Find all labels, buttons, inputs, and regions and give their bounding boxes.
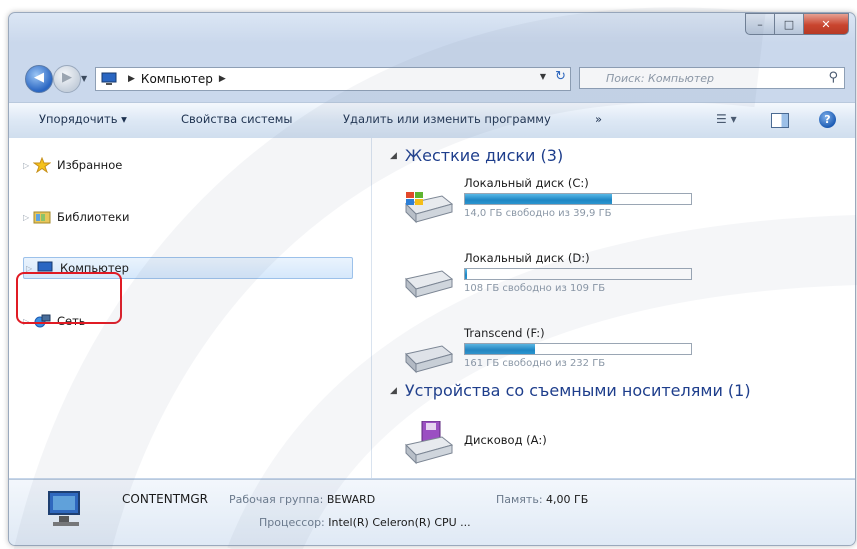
search-placeholder: Поиск: Компьютер (606, 71, 714, 85)
drive-d[interactable]: Локальный диск (D:) 108 ГБ свободно из 1… (402, 251, 722, 307)
hard-drive-icon (402, 340, 454, 374)
drive-a[interactable]: Дисковод (A:) (402, 413, 722, 469)
processor-field: Процессор: Intel(R) Celeron(R) CPU ... (259, 516, 471, 529)
breadcrumb-separator[interactable]: ▶ (128, 74, 135, 84)
workgroup-field: Рабочая группа: BEWARD (229, 493, 375, 506)
nav-item-label: Библиотеки (57, 210, 130, 224)
window-controls: – □ ✕ (745, 13, 849, 35)
group-header-removable[interactable]: ◢ Устройства со съемными носителями (1) (390, 381, 751, 400)
content-pane: ◢ Жесткие диски (3) Локальный диск (C:) … (372, 138, 855, 478)
drive-usage-fill (465, 194, 612, 204)
forward-arrow-icon: ▶ (62, 70, 72, 85)
computer-icon (100, 72, 118, 86)
drive-name: Transcend (F:) (464, 326, 545, 340)
network-highlight-annotation (16, 272, 122, 324)
breadcrumb-computer[interactable]: Компьютер (141, 72, 213, 86)
floppy-drive-icon (402, 420, 454, 465)
recent-pages-dropdown[interactable]: ▼ (81, 74, 87, 83)
maximize-button[interactable]: □ (775, 13, 804, 35)
hard-drive-icon (402, 265, 454, 299)
drive-usage-bar (464, 193, 692, 205)
nav-item-label: Избранное (57, 158, 123, 172)
details-pane: CONTENTMGR Рабочая группа: BEWARD Память… (9, 479, 855, 545)
group-title: Устройства со съемными носителями (1) (404, 381, 751, 400)
back-arrow-icon: ◀ (34, 70, 44, 85)
address-row: ◀ ▶ ▼ ▶ Компьютер ▶ ▼ ↻ Поиск: Компьютер… (23, 63, 845, 95)
drive-usage-bar (464, 343, 692, 355)
collapse-icon[interactable]: ◢ (390, 151, 397, 161)
windows-drive-icon (402, 190, 454, 224)
computer-name: CONTENTMGR (122, 492, 209, 506)
preview-pane-icon[interactable] (771, 113, 789, 128)
help-icon[interactable]: ? (819, 111, 836, 128)
drive-free-space: 108 ГБ свободно из 109 ГБ (464, 283, 606, 294)
workgroup-value: BEWARD (326, 493, 376, 506)
drive-name: Локальный диск (D:) (464, 251, 590, 265)
organize-button[interactable]: Упорядочить ▾ (39, 112, 127, 126)
processor-label: Процессор: (259, 516, 325, 529)
search-icon[interactable]: ⚲ (828, 70, 838, 85)
drive-usage-fill (465, 344, 536, 354)
drive-usage-bar (464, 268, 692, 280)
search-input[interactable]: Поиск: Компьютер ⚲ (579, 67, 845, 89)
library-icon (33, 209, 51, 225)
memory-field: Память: 4,00 ГБ (496, 493, 588, 506)
group-title: Жесткие диски (3) (404, 146, 564, 165)
expand-icon[interactable]: ▷ (23, 161, 33, 170)
drive-f[interactable]: Transcend (F:) 161 ГБ свободно из 232 ГБ (402, 326, 722, 382)
computer-icon (45, 488, 87, 536)
forward-button[interactable]: ▶ (53, 65, 81, 93)
address-bar[interactable]: ▶ Компьютер ▶ ▼ ↻ (95, 67, 571, 91)
workgroup-label: Рабочая группа: (229, 493, 324, 506)
memory-value: 4,00 ГБ (546, 493, 589, 506)
group-header-hard-disks[interactable]: ◢ Жесткие диски (3) (390, 146, 563, 165)
drive-free-space: 14,0 ГБ свободно из 39,9 ГБ (464, 208, 612, 219)
processor-value: Intel(R) Celeron(R) CPU ... (328, 516, 471, 529)
drive-usage-fill (465, 269, 468, 279)
collapse-icon[interactable]: ◢ (390, 386, 397, 396)
explorer-window: – □ ✕ ◀ ▶ ▼ ▶ Компьютер ▶ ▼ ↻ Поиск: Ком… (8, 12, 856, 546)
nav-item-favorites[interactable]: ▷ Избранное (23, 154, 122, 176)
command-bar: Упорядочить ▾ Свойства системы Удалить и… (9, 102, 855, 139)
drive-c[interactable]: Локальный диск (C:) 14,0 ГБ свободно из … (402, 176, 722, 232)
drive-free-space: 161 ГБ свободно из 232 ГБ (464, 358, 606, 369)
drive-name: Дисковод (A:) (464, 433, 547, 447)
memory-label: Память: (496, 493, 543, 506)
breadcrumb-separator[interactable]: ▶ (219, 74, 226, 84)
nav-item-libraries[interactable]: ▷ Библиотеки (23, 206, 130, 228)
change-view-icon[interactable]: ☰ ▾ (716, 112, 737, 126)
system-properties-button[interactable]: Свойства системы (181, 112, 292, 126)
star-icon (32, 156, 52, 174)
back-button[interactable]: ◀ (25, 65, 53, 93)
uninstall-program-button[interactable]: Удалить или изменить программу (343, 112, 551, 126)
minimize-button[interactable]: – (745, 13, 775, 35)
drive-name: Локальный диск (C:) (464, 176, 589, 190)
expand-icon[interactable]: ▷ (23, 213, 33, 222)
more-commands-button[interactable]: » (595, 112, 602, 126)
address-dropdown[interactable]: ▼ (540, 72, 546, 81)
refresh-icon[interactable]: ↻ (555, 69, 566, 84)
close-button[interactable]: ✕ (804, 13, 849, 35)
